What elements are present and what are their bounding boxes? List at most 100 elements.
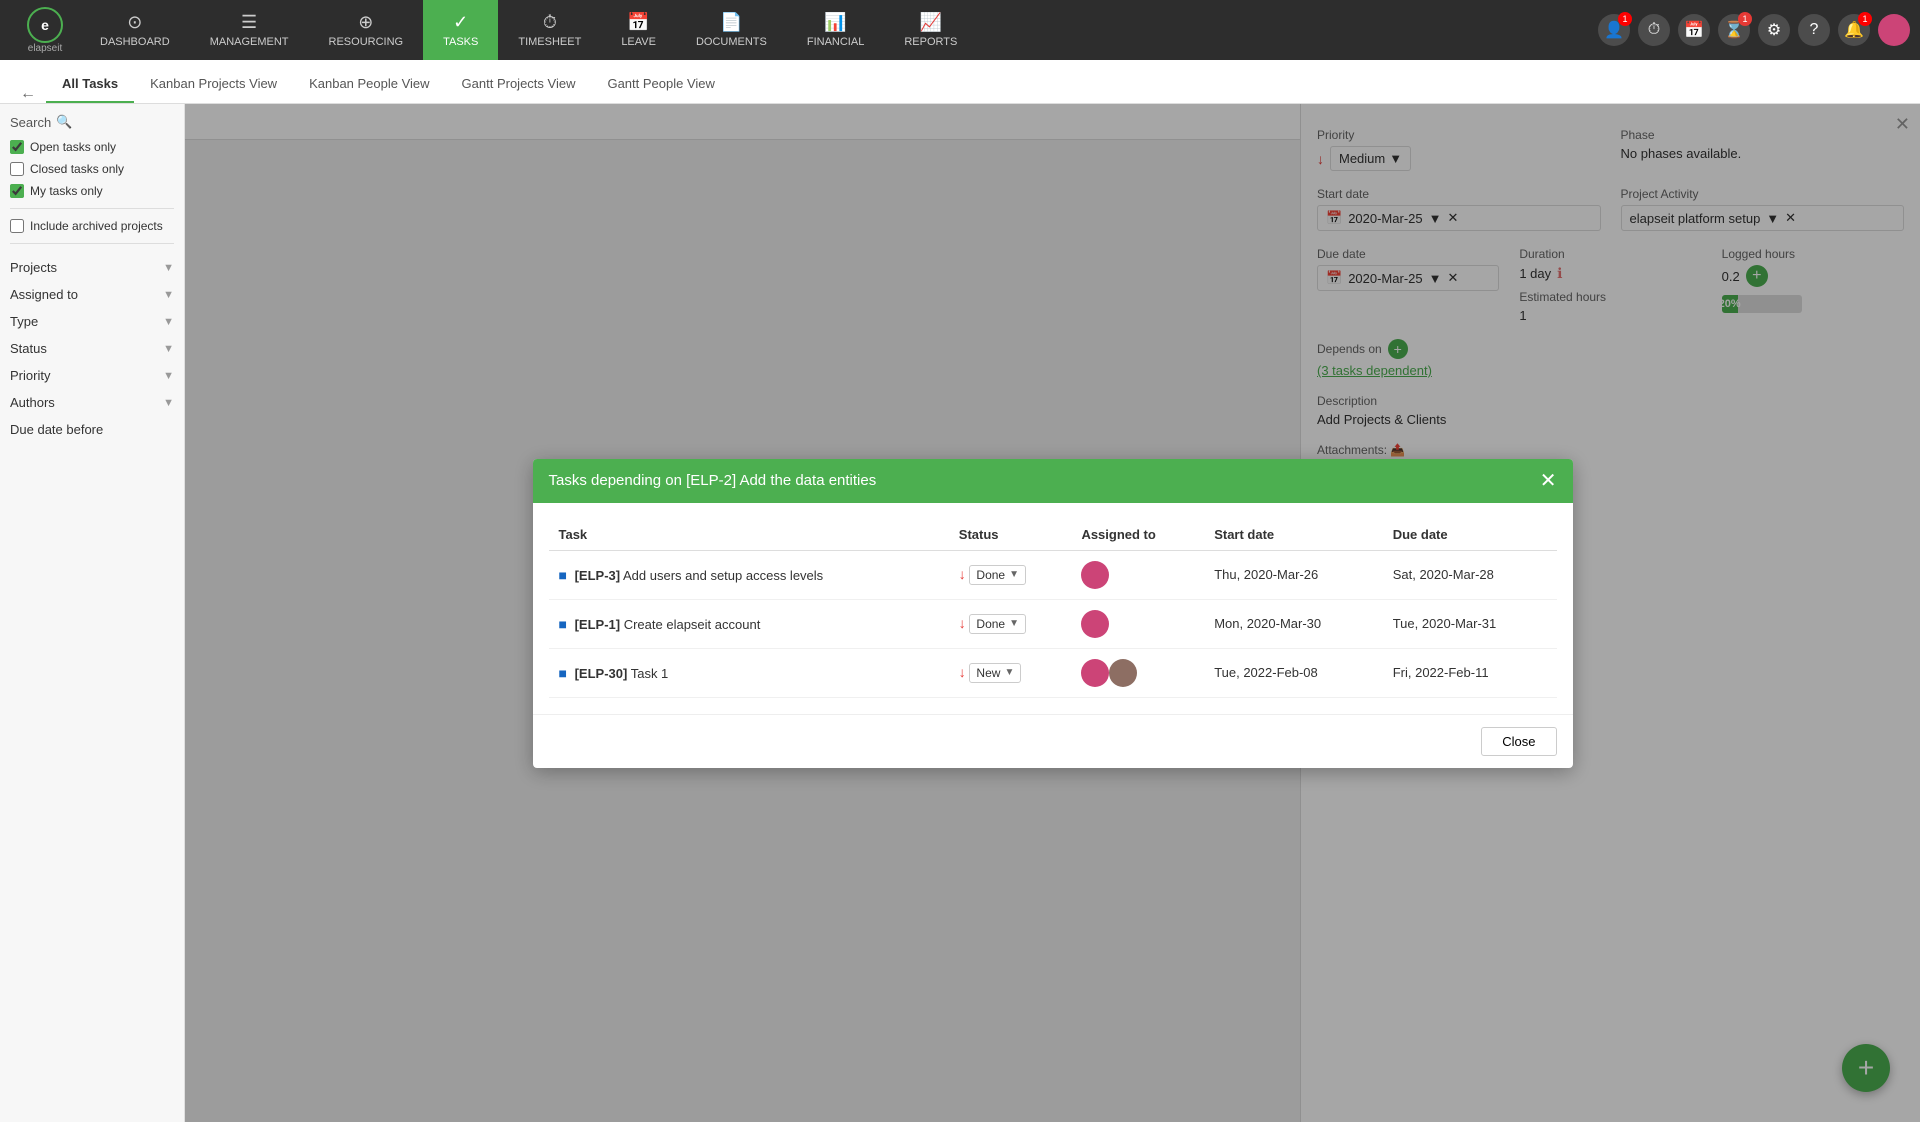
- col-due-date: Due date: [1383, 519, 1557, 551]
- filter-assigned-to[interactable]: Assigned to ▼: [10, 281, 174, 308]
- status-cell: ↓ Done ▼: [949, 599, 1072, 648]
- nav-notifications-icon[interactable]: 🔔1: [1838, 14, 1870, 46]
- status-badge[interactable]: New ▼: [969, 663, 1021, 683]
- modal-close-button[interactable]: ✕: [1540, 471, 1557, 491]
- priority-icon: ↓: [959, 615, 966, 631]
- content-area: ‹ › 100 items per page ✕ Priority ↓ Medi…: [185, 104, 1920, 1122]
- modal-footer: Close: [533, 714, 1573, 768]
- app-logo[interactable]: e elapseit: [10, 7, 80, 54]
- status-badge[interactable]: Done ▼: [969, 565, 1026, 585]
- task-cell: ■ [ELP-30] Task 1: [549, 648, 949, 697]
- nav-hourglass-icon[interactable]: ⌛1: [1718, 14, 1750, 46]
- nav-items: ⊙DASHBOARD ☰MANAGEMENT ⊕RESOURCING ✓TASK…: [80, 0, 1598, 60]
- chevron-down-icon: ▼: [163, 289, 174, 301]
- chevron-down-icon: ▼: [163, 262, 174, 274]
- open-tasks-checkbox[interactable]: Open tasks only: [10, 140, 174, 154]
- nav-dashboard[interactable]: ⊙DASHBOARD: [80, 0, 190, 60]
- col-assigned-to: Assigned to: [1071, 519, 1204, 551]
- nav-timer-icon[interactable]: ⏱: [1638, 14, 1670, 46]
- closed-tasks-input[interactable]: [10, 162, 24, 176]
- include-archived-checkbox[interactable]: Include archived projects: [10, 219, 174, 233]
- avatar-group: [1081, 610, 1194, 638]
- priority-icon: ↓: [959, 566, 966, 582]
- task-cell: ■ [ELP-1] Create elapseit account: [549, 599, 949, 648]
- status-cell: ↓ Done ▼: [949, 550, 1072, 599]
- nav-resourcing[interactable]: ⊕RESOURCING: [309, 0, 424, 60]
- nav-right: 👤1 ⏱ 📅 ⌛1 ⚙ ? 🔔1: [1598, 14, 1910, 46]
- filter-priority[interactable]: Priority ▼: [10, 362, 174, 389]
- modal-table-body: ■ [ELP-3] Add users and setup access lev…: [549, 550, 1557, 697]
- open-tasks-input[interactable]: [10, 140, 24, 154]
- nav-financial[interactable]: 📊FINANCIAL: [787, 0, 884, 60]
- avatar: [1081, 659, 1109, 687]
- col-task: Task: [549, 519, 949, 551]
- tab-gantt-people[interactable]: Gantt People View: [591, 66, 730, 103]
- sidebar-divider-1: [10, 208, 174, 209]
- chevron-down-icon: ▼: [163, 370, 174, 382]
- nav-reports[interactable]: 📈REPORTS: [884, 0, 977, 60]
- table-row: ■ [ELP-3] Add users and setup access lev…: [549, 550, 1557, 599]
- assigned-cell: [1071, 550, 1204, 599]
- nav-management[interactable]: ☰MANAGEMENT: [190, 0, 309, 60]
- start-date-cell: Thu, 2020-Mar-26: [1204, 550, 1383, 599]
- chevron-down-icon: ▼: [163, 343, 174, 355]
- modal-table: Task Status Assigned to Start date Due d…: [549, 519, 1557, 698]
- back-arrow[interactable]: ←: [20, 85, 36, 103]
- filter-due-date[interactable]: Due date before: [10, 416, 174, 443]
- status-badge[interactable]: Done ▼: [969, 614, 1026, 634]
- nav-timesheet[interactable]: ⏱TIMESHEET: [498, 0, 601, 60]
- depends-modal: Tasks depending on [ELP-2] Add the data …: [533, 459, 1573, 768]
- modal-header: Tasks depending on [ELP-2] Add the data …: [533, 459, 1573, 503]
- main-layout: Search 🔍 Open tasks only Closed tasks on…: [0, 104, 1920, 1122]
- nav-documents[interactable]: 📄DOCUMENTS: [676, 0, 787, 60]
- tab-gantt-projects[interactable]: Gantt Projects View: [446, 66, 592, 103]
- table-row: ■ [ELP-1] Create elapseit account ↓ Done…: [549, 599, 1557, 648]
- tab-all-tasks[interactable]: All Tasks: [46, 66, 134, 103]
- filter-authors[interactable]: Authors ▼: [10, 389, 174, 416]
- avatar: [1081, 610, 1109, 638]
- filter-projects[interactable]: Projects ▼: [10, 254, 174, 281]
- chevron-down-icon: ▼: [163, 316, 174, 328]
- col-status: Status: [949, 519, 1072, 551]
- modal-overlay: Tasks depending on [ELP-2] Add the data …: [185, 104, 1920, 1122]
- due-date-cell: Fri, 2022-Feb-11: [1383, 648, 1557, 697]
- sidebar: Search 🔍 Open tasks only Closed tasks on…: [0, 104, 185, 1122]
- nav-leave[interactable]: 📅LEAVE: [601, 0, 676, 60]
- task-type-icon: ■: [559, 616, 567, 632]
- logo-icon: e: [27, 7, 63, 43]
- priority-icon: ↓: [959, 664, 966, 680]
- avatar-group: [1081, 659, 1194, 687]
- assigned-cell: [1071, 599, 1204, 648]
- nav-user-icon[interactable]: 👤1: [1598, 14, 1630, 46]
- tab-kanban-projects[interactable]: Kanban Projects View: [134, 66, 293, 103]
- nav-settings-icon[interactable]: ⚙: [1758, 14, 1790, 46]
- my-tasks-checkbox[interactable]: My tasks only: [10, 184, 174, 198]
- modal-close-button[interactable]: Close: [1481, 727, 1556, 756]
- include-archived-input[interactable]: [10, 219, 24, 233]
- filter-status[interactable]: Status ▼: [10, 335, 174, 362]
- search-label: Search: [10, 115, 51, 130]
- nav-help-icon[interactable]: ?: [1798, 14, 1830, 46]
- avatar: [1109, 659, 1137, 687]
- modal-body: Task Status Assigned to Start date Due d…: [533, 503, 1573, 714]
- chevron-down-icon: ▼: [163, 397, 174, 409]
- avatar-group: [1081, 561, 1194, 589]
- search-bar: Search 🔍: [10, 114, 174, 130]
- search-icon[interactable]: 🔍: [56, 114, 72, 130]
- top-nav: e elapseit ⊙DASHBOARD ☰MANAGEMENT ⊕RESOU…: [0, 0, 1920, 60]
- closed-tasks-checkbox[interactable]: Closed tasks only: [10, 162, 174, 176]
- start-date-cell: Tue, 2022-Feb-08: [1204, 648, 1383, 697]
- modal-table-header: Task Status Assigned to Start date Due d…: [549, 519, 1557, 551]
- filter-type[interactable]: Type ▼: [10, 308, 174, 335]
- sidebar-divider-2: [10, 243, 174, 244]
- avatar: [1081, 561, 1109, 589]
- task-type-icon: ■: [559, 567, 567, 583]
- col-start-date: Start date: [1204, 519, 1383, 551]
- user-avatar[interactable]: [1878, 14, 1910, 46]
- assigned-cell: [1071, 648, 1204, 697]
- my-tasks-input[interactable]: [10, 184, 24, 198]
- nav-calendar-icon[interactable]: 📅: [1678, 14, 1710, 46]
- tab-kanban-people[interactable]: Kanban People View: [293, 66, 445, 103]
- nav-tasks[interactable]: ✓TASKS: [423, 0, 498, 60]
- task-type-icon: ■: [559, 665, 567, 681]
